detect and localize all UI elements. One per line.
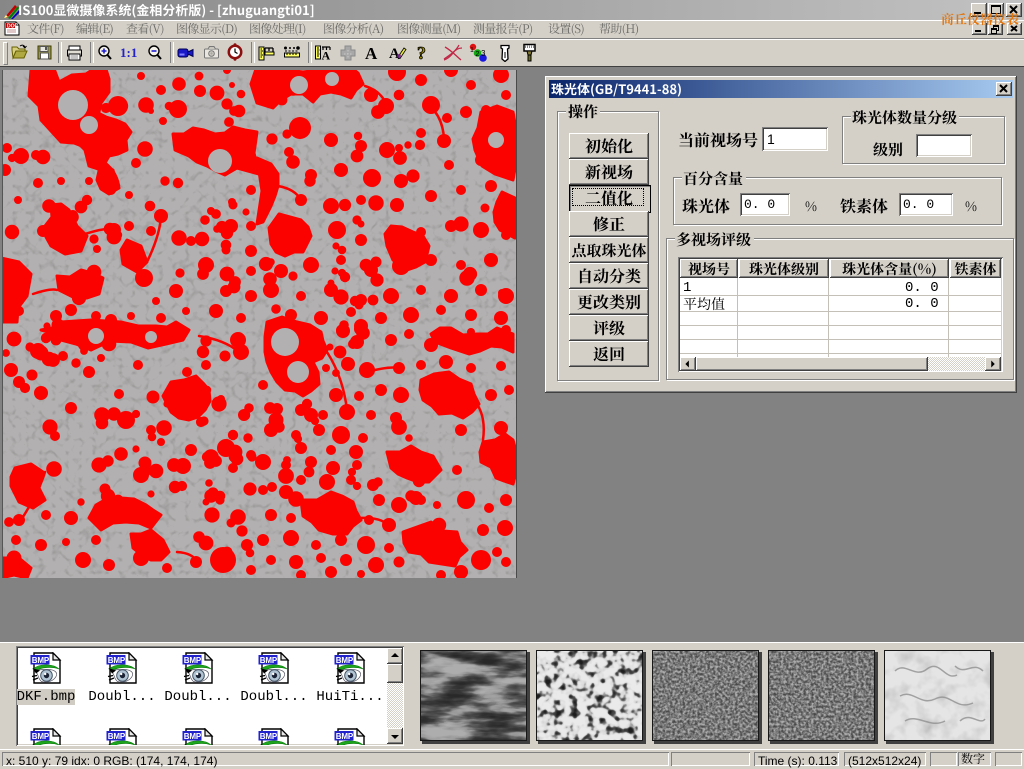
svg-text:3: 3 xyxy=(481,49,486,58)
svg-text:?: ? xyxy=(417,44,426,62)
svg-text:A: A xyxy=(389,46,400,62)
svg-text:2: 2 xyxy=(476,51,480,58)
svg-text:A: A xyxy=(322,49,331,63)
svg-text:1:1: 1:1 xyxy=(120,45,137,60)
svg-text:DOC: DOC xyxy=(7,24,19,30)
svg-text:1: 1 xyxy=(470,47,474,54)
svg-text:A: A xyxy=(365,44,378,62)
